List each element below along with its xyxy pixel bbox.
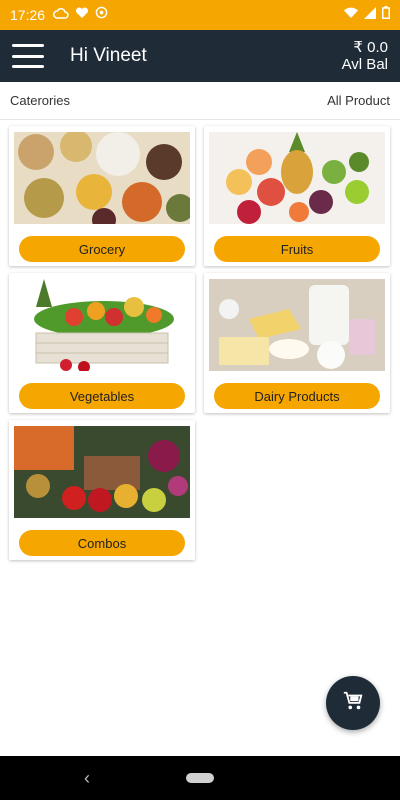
greeting-title: Hi Vineet bbox=[70, 45, 147, 66]
wifi-icon bbox=[344, 6, 358, 24]
signal-icon bbox=[364, 6, 376, 24]
category-label: Combos bbox=[77, 535, 127, 551]
category-button-grocery[interactable]: Grocery bbox=[19, 236, 185, 262]
category-button-dairy-products[interactable]: Dairy Products bbox=[214, 383, 380, 409]
balance-amount: ₹ 0.0 bbox=[353, 39, 388, 56]
category-button-combos[interactable]: Combos bbox=[19, 530, 185, 556]
heart-icon bbox=[75, 6, 89, 24]
sub-header: Caterories All Product bbox=[0, 82, 400, 120]
combos-image bbox=[14, 426, 190, 518]
cart-fab-button[interactable] bbox=[326, 676, 380, 730]
back-chevron-icon[interactable]: ‹ bbox=[84, 768, 90, 789]
system-nav-bar: ‹ bbox=[0, 756, 400, 800]
cart-icon bbox=[342, 690, 364, 717]
category-card-combos[interactable]: Combos bbox=[9, 420, 195, 560]
category-card-fruits[interactable]: Fruits bbox=[204, 126, 390, 266]
hamburger-menu-icon[interactable] bbox=[12, 44, 44, 68]
status-bar: 17:26 bbox=[0, 0, 400, 30]
all-product-link[interactable]: All Product bbox=[327, 93, 390, 108]
grocery-image bbox=[14, 132, 190, 224]
app-bar: Hi Vineet ₹ 0.0 Avl Bal bbox=[0, 30, 400, 82]
categories-heading: Caterories bbox=[10, 93, 70, 108]
category-label: Fruits bbox=[280, 241, 314, 257]
vegetables-image bbox=[14, 279, 190, 371]
status-time: 17:26 bbox=[10, 7, 46, 23]
category-card-grocery[interactable]: Grocery bbox=[9, 126, 195, 266]
category-label: Grocery bbox=[78, 241, 126, 257]
category-card-vegetables[interactable]: Vegetables bbox=[9, 273, 195, 413]
balance-display: ₹ 0.0 Avl Bal bbox=[342, 39, 388, 73]
balance-label: Avl Bal bbox=[341, 56, 388, 73]
battery-icon bbox=[382, 6, 390, 24]
cloud-icon bbox=[53, 6, 69, 24]
category-label: Dairy Products bbox=[254, 388, 340, 404]
category-label: Vegetables bbox=[69, 388, 135, 404]
category-card-dairy-products[interactable]: Dairy Products bbox=[204, 273, 390, 413]
dairy-image bbox=[209, 279, 385, 371]
sync-icon bbox=[95, 6, 108, 24]
category-button-fruits[interactable]: Fruits bbox=[214, 236, 380, 262]
category-button-vegetables[interactable]: Vegetables bbox=[19, 383, 185, 409]
fruits-image bbox=[209, 132, 385, 224]
home-pill-icon[interactable] bbox=[186, 773, 214, 783]
